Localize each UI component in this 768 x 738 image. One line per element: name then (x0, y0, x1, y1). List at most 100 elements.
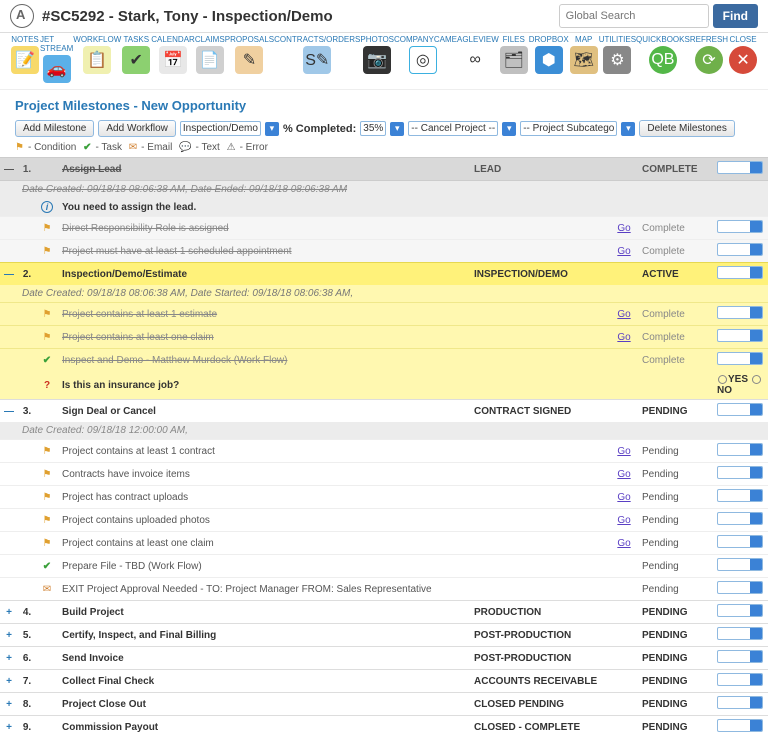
expand-toggle[interactable]: + (0, 601, 18, 624)
yes-radio[interactable] (718, 375, 727, 384)
action-select[interactable] (717, 535, 763, 548)
milestone-row: ⚑ Project contains at least one claim Go… (0, 532, 768, 555)
go-link[interactable]: Go (617, 492, 630, 503)
expand-toggle[interactable]: + (0, 647, 18, 670)
tool-label: COMPANYCAM (394, 35, 452, 44)
tool-dropbox[interactable]: DROPBOX⬢ (529, 35, 569, 83)
stage-select[interactable]: Inspection/Demo (180, 121, 261, 136)
pct-completed-select[interactable]: 35% (360, 121, 386, 136)
action-select[interactable] (717, 558, 763, 571)
chevron-down-icon[interactable]: ▾ (265, 122, 279, 136)
milestone-header[interactable]: + 6. Send Invoice POST-PRODUCTION PENDIN… (0, 647, 768, 670)
milestone-header[interactable]: + 4. Build Project PRODUCTION PENDING (0, 601, 768, 624)
milestone-dates: Date Created: 09/18/18 08:06:38 AM, Date… (0, 285, 768, 303)
tool-quickbooks[interactable]: QUICKBOOKSqb (636, 35, 690, 83)
tool-tasks[interactable]: TASKS✔ (121, 35, 151, 83)
no-radio[interactable] (752, 375, 761, 384)
delete-milestones-button[interactable]: Delete Milestones (639, 120, 734, 137)
go-link[interactable]: Go (617, 332, 630, 343)
tool-files[interactable]: FILES🗂 (499, 35, 529, 83)
milestone-header[interactable]: + 9. Commission Payout CLOSED - COMPLETE… (0, 716, 768, 738)
action-select[interactable] (717, 627, 763, 640)
expand-toggle[interactable]: — (0, 263, 18, 286)
go-link[interactable]: Go (617, 246, 630, 257)
action-select[interactable] (717, 243, 763, 256)
tool-proposals[interactable]: PROPOSALS ✎ (225, 35, 274, 83)
go-link[interactable]: Go (617, 446, 630, 457)
subcategory-select[interactable]: -- Project Subcatego (520, 121, 617, 136)
chevron-down-icon[interactable]: ▾ (621, 122, 635, 136)
milestone-header[interactable]: + 7. Collect Final Check ACCOUNTS RECEIV… (0, 670, 768, 693)
action-select[interactable] (717, 443, 763, 456)
milestone-header[interactable]: — 3. Sign Deal or Cancel CONTRACT SIGNED… (0, 400, 768, 423)
action-select[interactable] (717, 466, 763, 479)
action-select[interactable] (717, 696, 763, 709)
milestone-header[interactable]: — 1. Assign Lead LEAD COMPLETE (0, 158, 768, 181)
expand-toggle[interactable]: + (0, 716, 18, 738)
action-select[interactable] (717, 403, 763, 416)
pct-completed-label: % Completed: (283, 123, 356, 135)
milestone-row: ⚑ Project contains at least 1 contract G… (0, 440, 768, 463)
action-select[interactable] (717, 306, 763, 319)
tool-photos[interactable]: PHOTOS📷 (360, 35, 394, 83)
action-select[interactable] (717, 581, 763, 594)
tool-close[interactable]: CLOSE✕ (728, 35, 758, 83)
go-link[interactable]: Go (617, 538, 630, 549)
expand-toggle[interactable]: — (0, 400, 18, 423)
expand-toggle[interactable]: — (0, 158, 18, 181)
row-icon: ✔ (36, 349, 58, 372)
milestone-header[interactable]: — 2. Inspection/Demo/Estimate INSPECTION… (0, 263, 768, 286)
action-select[interactable] (717, 650, 763, 663)
action-select[interactable] (717, 604, 763, 617)
tool-refresh[interactable]: REFRESH⟳ (690, 35, 728, 83)
action-select[interactable] (717, 512, 763, 525)
expand-toggle[interactable]: + (0, 693, 18, 716)
dropbox-icon: ⬢ (535, 46, 563, 74)
action-select[interactable] (717, 161, 763, 174)
milestone-header[interactable]: + 5. Certify, Inspect, and Final Billing… (0, 624, 768, 647)
milestone-row: ✔ Prepare File - TBD (Work Flow) Pending (0, 555, 768, 578)
expand-toggle[interactable]: + (0, 670, 18, 693)
add-milestone-button[interactable]: Add Milestone (15, 120, 94, 137)
tool-contracts-orders[interactable]: CONTRACTS/ORDERSS✎ (274, 35, 360, 83)
go-link[interactable]: Go (617, 309, 630, 320)
milestone-row: ⚑ Direct Responsibility Role is assigned… (0, 217, 768, 240)
go-link[interactable]: Go (617, 469, 630, 480)
action-select[interactable] (717, 489, 763, 502)
milestone-header[interactable]: + 8. Project Close Out CLOSED PENDING PE… (0, 693, 768, 716)
milestone-info: iYou need to assign the lead. (0, 198, 768, 217)
tool-calendar[interactable]: CALENDAR📅 (151, 35, 195, 83)
milestone-row: ✉ EXIT Project Approval Needed - TO: Pro… (0, 578, 768, 601)
action-select[interactable] (717, 220, 763, 233)
tool-notes[interactable]: NOTES📝 (10, 35, 40, 83)
cancel-project-select[interactable]: -- Cancel Project -- (408, 121, 498, 136)
go-link[interactable]: Go (617, 515, 630, 526)
tool-utilities[interactable]: UTILITIES⚙ (599, 35, 636, 83)
expand-toggle[interactable]: + (0, 624, 18, 647)
proposals-icon: ✎ (235, 46, 263, 74)
action-select[interactable] (717, 352, 763, 365)
main-toolbar: NOTES📝JET STREAM🚗WORKFLOW📋TASKS✔CALENDAR… (0, 33, 768, 90)
legend: ⚑- Condition ✔- Task ✉- Email 💬- Text ⚠-… (0, 140, 768, 157)
app-logo-icon (10, 4, 34, 28)
go-link[interactable]: Go (617, 223, 630, 234)
chevron-down-icon[interactable]: ▾ (390, 122, 404, 136)
tool-companycam[interactable]: COMPANYCAM◎ (394, 35, 452, 83)
add-workflow-button[interactable]: Add Workflow (98, 120, 176, 137)
action-select[interactable] (717, 719, 763, 732)
find-button[interactable]: Find (713, 4, 758, 28)
tool-label: PROPOSALS (225, 35, 274, 44)
action-select[interactable] (717, 329, 763, 342)
tool-eagleview[interactable]: EAGLEVIEW∞ (452, 35, 499, 83)
tool-label: EAGLEVIEW (452, 35, 499, 44)
chevron-down-icon[interactable]: ▾ (502, 122, 516, 136)
tool-jet-stream[interactable]: JET STREAM🚗 (40, 35, 73, 83)
action-select[interactable] (717, 673, 763, 686)
action-select[interactable] (717, 266, 763, 279)
milestone-row: ⚑ Project has contract uploads Go Pendin… (0, 486, 768, 509)
tool-workflow[interactable]: WORKFLOW📋 (73, 35, 121, 83)
global-search-input[interactable] (559, 4, 709, 28)
tool-map[interactable]: MAP🗺 (569, 35, 599, 83)
milestone-row: ⚑ Project contains at least 1 estimate G… (0, 303, 768, 326)
tool-claims[interactable]: CLAIMS📄 (195, 35, 225, 83)
